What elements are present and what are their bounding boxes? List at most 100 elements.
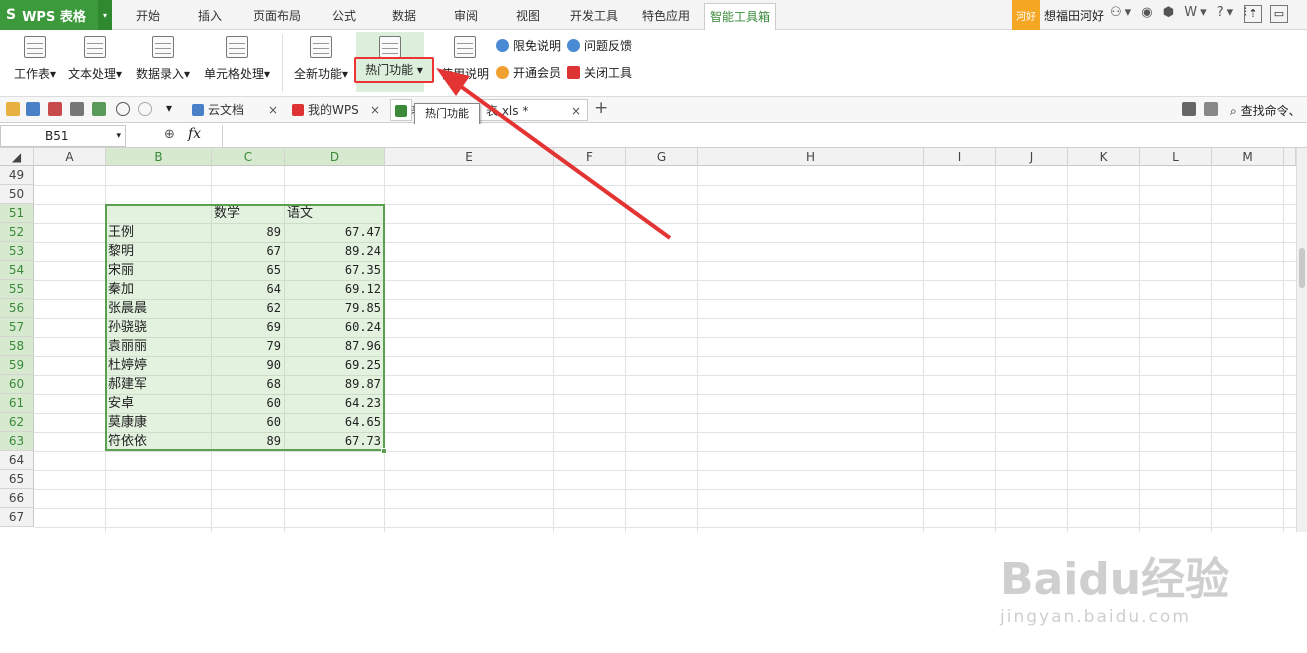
column-header-e[interactable]: E <box>385 148 554 166</box>
window-icon[interactable]: ▭ <box>1270 5 1288 23</box>
row-header[interactable]: 60 <box>0 375 34 394</box>
row-header[interactable]: 61 <box>0 394 34 413</box>
scrollbar-thumb[interactable] <box>1299 248 1305 288</box>
close-icon[interactable]: × <box>370 99 380 121</box>
column-header-h[interactable]: H <box>698 148 924 166</box>
tab-features[interactable]: 特色应用 <box>634 0 698 30</box>
doc-tab-partial[interactable]: 表 <box>390 99 423 121</box>
select-all-corner[interactable]: ◢ <box>0 148 34 166</box>
doc-tab-mywps[interactable]: 我的WPS × <box>288 99 386 121</box>
chevron-down-icon[interactable]: ▾ <box>116 126 121 146</box>
undo-icon[interactable] <box>116 102 130 116</box>
chinese-score[interactable]: 89.24 <box>285 242 385 261</box>
row-header[interactable]: 67 <box>0 508 34 527</box>
tab-smart-toolbox[interactable]: 智能工具箱 <box>704 3 776 31</box>
header-math[interactable]: 数学 <box>213 204 285 223</box>
row-header[interactable]: 51 <box>0 204 34 223</box>
tab-home[interactable]: 开始 <box>122 0 174 30</box>
account-badge[interactable]: 河好 <box>1012 0 1040 30</box>
tab-view[interactable]: 视图 <box>502 0 554 30</box>
title-bar-icons[interactable]: ⚇▾ ◉ ⬢ W▾ ?▾ ⁝ <box>1110 5 1250 20</box>
export-pdf-icon[interactable] <box>48 102 62 116</box>
chinese-score[interactable]: 79.85 <box>285 299 385 318</box>
student-name[interactable]: 杜婷婷 <box>108 356 211 375</box>
chinese-score[interactable]: 87.96 <box>285 337 385 356</box>
tab-data[interactable]: 数据 <box>378 0 430 30</box>
row-header[interactable]: 52 <box>0 223 34 242</box>
chinese-score[interactable]: 89.87 <box>285 375 385 394</box>
bookmark-icon[interactable] <box>1204 102 1218 116</box>
row-header[interactable]: 54 <box>0 261 34 280</box>
tab-review[interactable]: 审阅 <box>440 0 492 30</box>
column-header-i[interactable]: I <box>924 148 996 166</box>
chinese-score[interactable]: 64.23 <box>285 394 385 413</box>
row-header[interactable]: 62 <box>0 413 34 432</box>
zoom-icon[interactable]: ⊕ <box>164 127 175 142</box>
vertical-scrollbar[interactable] <box>1296 148 1307 532</box>
column-header-f[interactable]: F <box>554 148 626 166</box>
free-info-link[interactable]: 限免说明 <box>496 37 561 54</box>
student-name[interactable]: 张晨晨 <box>108 299 211 318</box>
row-header[interactable]: 63 <box>0 432 34 451</box>
search-command[interactable]: ⌕ 查找命令、 <box>1230 102 1301 119</box>
column-header-d[interactable]: D <box>285 148 385 166</box>
column-header-m[interactable]: M <box>1212 148 1284 166</box>
chinese-score[interactable]: 64.65 <box>285 413 385 432</box>
student-name[interactable]: 宋丽 <box>108 261 211 280</box>
tab-page-layout[interactable]: 页面布局 <box>246 0 308 30</box>
student-name[interactable]: 秦加 <box>108 280 211 299</box>
column-header-k[interactable]: K <box>1068 148 1140 166</box>
math-score[interactable]: 67 <box>212 242 285 261</box>
math-score[interactable]: 64 <box>212 280 285 299</box>
row-header[interactable]: 50 <box>0 185 34 204</box>
hot-features-button[interactable]: 热门功能 ▾ <box>354 57 434 83</box>
doc-tab-cloud[interactable]: 云文档 × <box>188 99 284 121</box>
chinese-score[interactable]: 67.73 <box>285 432 385 451</box>
print-preview-icon[interactable] <box>92 102 106 116</box>
math-score[interactable]: 68 <box>212 375 285 394</box>
cell-processing-button[interactable]: 单元格处理▾ <box>200 36 274 82</box>
tab-insert[interactable]: 插入 <box>184 0 236 30</box>
app-logo-button[interactable]: S WPS 表格 ▾ <box>0 0 112 30</box>
row-header[interactable]: 57 <box>0 318 34 337</box>
row-header[interactable]: 66 <box>0 489 34 508</box>
restore-icon[interactable]: ⇡ <box>1244 5 1262 23</box>
column-header-c[interactable]: C <box>212 148 285 166</box>
student-name[interactable]: 符依依 <box>108 432 211 451</box>
chevron-down-icon[interactable]: ▾ <box>98 0 112 30</box>
usage-guide-button[interactable]: 使用说明 <box>440 36 490 82</box>
column-header-l[interactable]: L <box>1140 148 1212 166</box>
math-score[interactable]: 89 <box>212 223 285 242</box>
worksheet-button[interactable]: 工作表▾ <box>8 36 62 82</box>
new-features-button[interactable]: 全新功能▾ <box>290 36 352 82</box>
open-folder-icon[interactable] <box>6 102 20 116</box>
column-header-j[interactable]: J <box>996 148 1068 166</box>
math-score[interactable]: 90 <box>212 356 285 375</box>
row-header[interactable]: 59 <box>0 356 34 375</box>
chinese-score[interactable]: 69.25 <box>285 356 385 375</box>
student-name[interactable]: 袁丽丽 <box>108 337 211 356</box>
column-header-g[interactable]: G <box>626 148 698 166</box>
tab-developer[interactable]: 开发工具 <box>562 0 626 30</box>
close-tool-link[interactable]: 关闭工具 <box>567 64 632 81</box>
formula-input[interactable] <box>224 125 1304 147</box>
chinese-score[interactable]: 67.35 <box>285 261 385 280</box>
account-username[interactable]: 想福田河好 <box>1044 7 1104 24</box>
row-header[interactable]: 56 <box>0 299 34 318</box>
student-name[interactable]: 郝建军 <box>108 375 211 394</box>
row-header[interactable]: 64 <box>0 451 34 470</box>
row-header[interactable]: 55 <box>0 280 34 299</box>
student-name[interactable]: 安卓 <box>108 394 211 413</box>
feedback-link[interactable]: 问题反馈 <box>567 37 632 54</box>
student-name[interactable]: 孙骁骁 <box>108 318 211 337</box>
row-header[interactable]: 58 <box>0 337 34 356</box>
open-membership-link[interactable]: 开通会员 <box>496 64 561 81</box>
video-icon[interactable] <box>1182 102 1196 116</box>
row-header[interactable]: 53 <box>0 242 34 261</box>
math-score[interactable]: 60 <box>212 394 285 413</box>
math-score[interactable]: 89 <box>212 432 285 451</box>
column-header-a[interactable]: A <box>34 148 106 166</box>
column-header-b[interactable]: B <box>106 148 212 166</box>
row-header[interactable]: 65 <box>0 470 34 489</box>
spreadsheet-grid[interactable]: ◢ A B C D E F G H I J K L M 49 50 51 52 … <box>0 148 1307 627</box>
